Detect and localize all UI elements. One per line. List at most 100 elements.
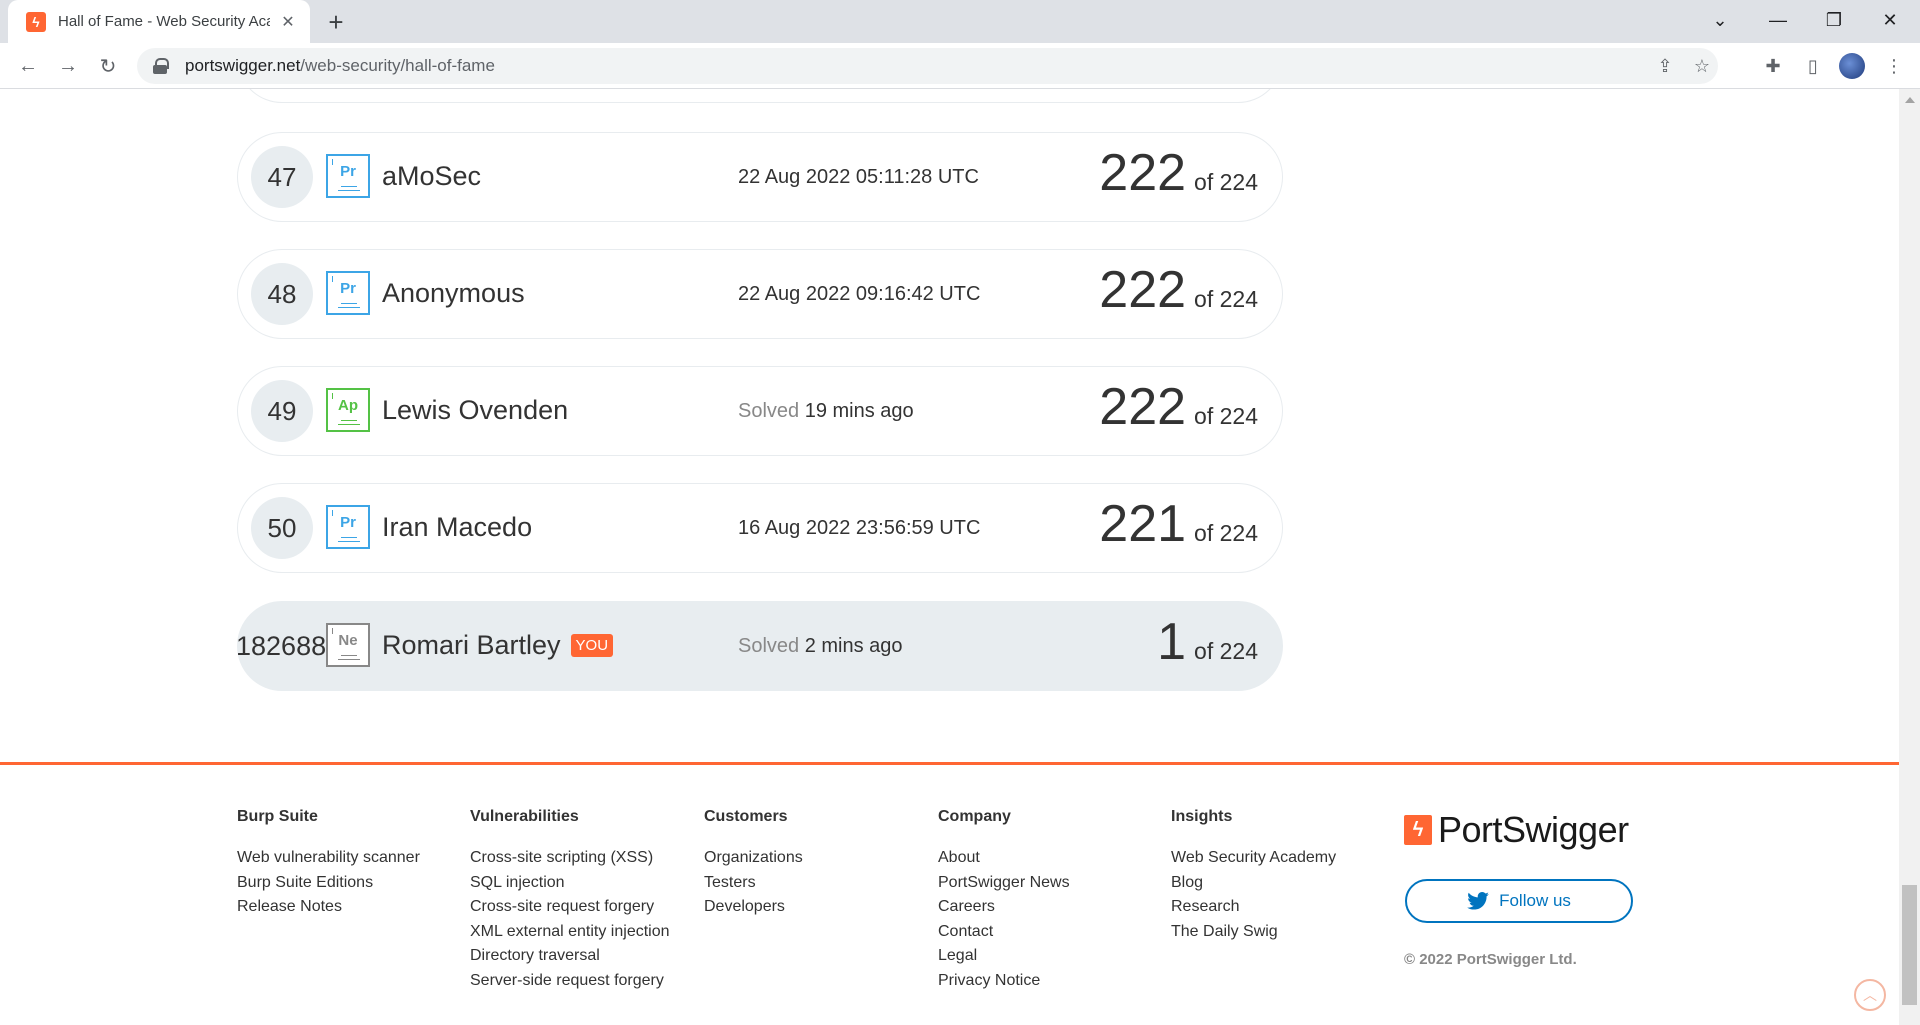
user-name: Iran Macedo — [382, 512, 533, 542]
solved-date: Solved 19 mins ago — [738, 400, 914, 422]
extensions-puzzle-icon[interactable]: ✚ — [1757, 50, 1789, 82]
new-tab-button[interactable]: + — [322, 7, 350, 37]
practitioner-level-icon: Pr — [326, 505, 370, 549]
footer-heading: Insights — [1171, 808, 1233, 825]
score: 222 of 224 — [1099, 378, 1258, 436]
browser-tab-active[interactable]: ϟ Hall of Fame - Web Security Academy ✕ — [8, 0, 310, 43]
score: 1 of 224 — [1157, 613, 1258, 671]
footer-link[interactable]: PortSwigger News — [938, 871, 1070, 896]
brand-name: PortSwigger — [1438, 809, 1629, 850]
leaderboard-row: 48 Pr Anonymous 22 Aug 2022 09:16:42 UTC… — [237, 249, 1283, 339]
rank-badge: 47 — [251, 146, 313, 208]
share-icon[interactable]: ⇪ — [1647, 48, 1683, 84]
browser-menu-icon[interactable]: ⋮ — [1878, 50, 1910, 82]
footer-link[interactable]: Release Notes — [237, 895, 420, 920]
close-tab-icon[interactable]: ✕ — [278, 12, 298, 32]
rank-badge: 50 — [251, 497, 313, 559]
footer-link[interactable]: Web Security Academy — [1171, 846, 1336, 871]
user-name: Lewis Ovenden — [382, 395, 569, 425]
twitter-icon — [1467, 892, 1489, 910]
browser-tabstrip: ϟ Hall of Fame - Web Security Academy ✕ … — [0, 0, 1920, 43]
score: 222 of 224 — [1099, 261, 1258, 319]
footer-heading: Company — [938, 808, 1011, 825]
footer-link[interactable]: Blog — [1171, 871, 1336, 896]
solved-date: 22 Aug 2022 09:16:42 UTC — [738, 283, 981, 305]
footer-link[interactable]: Careers — [938, 895, 1070, 920]
page-content: 47 Pr aMoSec 22 Aug 2022 05:11:28 UTC 22… — [0, 89, 1899, 1025]
footer-column-customers: Customers Organizations Testers Develope… — [704, 808, 803, 920]
footer-link[interactable]: The Daily Swig — [1171, 920, 1336, 945]
footer-link[interactable]: Web vulnerability scanner — [237, 846, 420, 871]
lock-icon[interactable] — [153, 58, 169, 74]
footer-link[interactable]: About — [938, 846, 1070, 871]
url-text: portswigger.net/web-security/hall-of-fam… — [185, 56, 495, 75]
back-to-top-icon[interactable]: ︿ — [1854, 979, 1886, 1011]
copyright-text: © 2022 PortSwigger Ltd. — [1404, 951, 1577, 968]
footer-column-insights: Insights Web Security Academy Blog Resea… — [1171, 808, 1336, 944]
minimize-button[interactable]: — — [1750, 0, 1806, 40]
close-window-button[interactable]: ✕ — [1862, 0, 1918, 40]
rank-badge: 49 — [251, 380, 313, 442]
footer-column-company: Company About PortSwigger News Careers C… — [938, 808, 1070, 993]
back-arrow-icon[interactable]: ← — [12, 50, 44, 82]
footer-column-burp-suite: Burp Suite Web vulnerability scanner Bur… — [237, 808, 420, 920]
solved-date: 16 Aug 2022 23:56:59 UTC — [738, 517, 981, 539]
leaderboard-row: 49 Ap Lewis Ovenden Solved 19 mins ago 2… — [237, 366, 1283, 456]
footer-heading: Customers — [704, 808, 788, 825]
footer-link[interactable]: Privacy Notice — [938, 969, 1070, 994]
footer-column-vulnerabilities: Vulnerabilities Cross-site scripting (XS… — [470, 808, 670, 993]
leaderboard-row-partial — [237, 89, 1283, 103]
footer-divider — [0, 762, 1899, 765]
footer-link[interactable]: Contact — [938, 920, 1070, 945]
footer-link[interactable]: Cross-site request forgery — [470, 895, 670, 920]
apprentice-level-icon: Ap — [326, 388, 370, 432]
user-name: Anonymous — [382, 278, 525, 308]
footer-link[interactable]: Developers — [704, 895, 803, 920]
footer-link[interactable]: Directory traversal — [470, 944, 670, 969]
leaderboard-row: 47 Pr aMoSec 22 Aug 2022 05:11:28 UTC 22… — [237, 132, 1283, 222]
tab-search-chevron-icon[interactable]: ⌄ — [1692, 0, 1748, 40]
side-panel-icon[interactable]: ▯ — [1797, 50, 1829, 82]
solved-date: Solved 2 mins ago — [738, 635, 903, 657]
forward-arrow-icon[interactable]: → — [52, 50, 84, 82]
footer-link[interactable]: Legal — [938, 944, 1070, 969]
footer-link[interactable]: Testers — [704, 871, 803, 896]
tab-title: Hall of Fame - Web Security Academy — [58, 13, 270, 30]
scroll-up-arrow-icon[interactable] — [1905, 97, 1915, 103]
score: 222 of 224 — [1099, 144, 1258, 202]
browser-toolbar: ← → ↻ portswigger.net/web-security/hall-… — [0, 43, 1920, 89]
practitioner-level-icon: Pr — [326, 271, 370, 315]
user-name: Romari Bartley YOU — [382, 630, 614, 661]
restore-button[interactable]: ❐ — [1806, 0, 1862, 40]
footer-link[interactable]: XML external entity injection — [470, 920, 670, 945]
follow-us-label: Follow us — [1499, 891, 1571, 910]
profile-avatar[interactable] — [1839, 53, 1865, 79]
footer-link[interactable]: Research — [1171, 895, 1336, 920]
bookmark-star-icon[interactable]: ☆ — [1684, 48, 1720, 84]
footer-heading: Vulnerabilities — [470, 808, 579, 825]
footer-link[interactable]: Cross-site scripting (XSS) — [470, 846, 670, 871]
page-scrollbar[interactable] — [1899, 89, 1920, 1025]
score: 221 of 224 — [1099, 495, 1258, 553]
footer-heading: Burp Suite — [237, 808, 318, 825]
footer-link[interactable]: Burp Suite Editions — [237, 871, 420, 896]
you-badge: YOU — [570, 634, 614, 657]
solved-date: 22 Aug 2022 05:11:28 UTC — [738, 166, 979, 188]
footer-link[interactable]: Server-side request forgery — [470, 969, 670, 994]
footer-link[interactable]: SQL injection — [470, 871, 670, 896]
user-name: aMoSec — [382, 161, 482, 191]
leaderboard-row: 50 Pr Iran Macedo 16 Aug 2022 23:56:59 U… — [237, 483, 1283, 573]
portswigger-mark-icon: ϟ — [1404, 815, 1432, 845]
scroll-thumb[interactable] — [1902, 885, 1917, 1005]
portswigger-logo[interactable]: ϟ PortSwigger — [1404, 809, 1629, 851]
rank-badge: 182688 — [236, 630, 327, 661]
portswigger-favicon-icon: ϟ — [26, 11, 46, 32]
address-bar[interactable]: portswigger.net/web-security/hall-of-fam… — [137, 48, 1718, 84]
reload-icon[interactable]: ↻ — [92, 50, 124, 82]
follow-us-button[interactable]: Follow us — [1405, 879, 1633, 923]
footer-link[interactable]: Organizations — [704, 846, 803, 871]
rank-badge: 48 — [251, 263, 313, 325]
current-user-row: 182688 Ne Romari Bartley YOU Solved 2 min… — [236, 601, 1283, 691]
newcomer-level-icon: Ne — [326, 623, 370, 667]
practitioner-level-icon: Pr — [326, 154, 370, 198]
